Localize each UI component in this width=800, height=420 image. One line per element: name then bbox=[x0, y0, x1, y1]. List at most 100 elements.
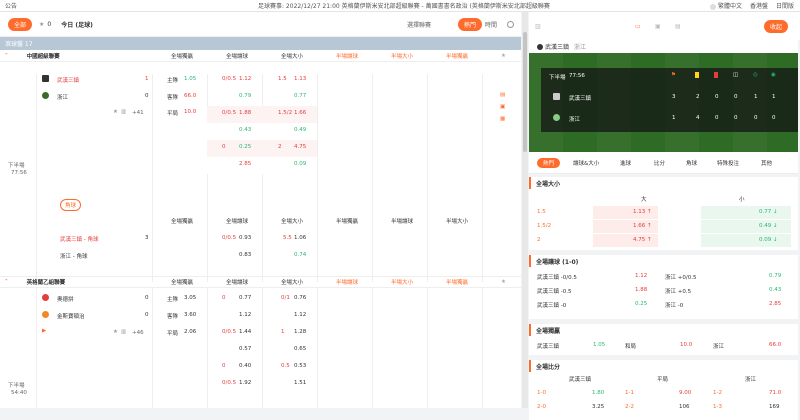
league-header-1[interactable]: ⌃ 中國超級聯賽 全場獨贏 全場讓球 全場大小 半場讓球 半場大小 半場獨贏 ★ bbox=[0, 50, 521, 62]
odds-value[interactable]: 0.49 bbox=[294, 127, 306, 133]
refresh-icon[interactable] bbox=[507, 20, 514, 28]
odds-value[interactable]: 0.77 bbox=[294, 93, 306, 99]
odds-value[interactable]: 10.0 bbox=[184, 109, 196, 115]
league-header-2[interactable]: ⌃ 英格蘭乙組聯賽 全場獨贏 全場讓球 全場大小 半場讓球 半場大小 半場獨贏 … bbox=[0, 276, 521, 288]
odds-value[interactable]: 1.44 bbox=[239, 329, 251, 335]
star-icon[interactable]: ★ bbox=[501, 279, 506, 285]
odds-value[interactable]: 0.77 bbox=[239, 295, 251, 301]
odds-value[interactable]: 71.0 bbox=[769, 390, 781, 396]
corner-tag[interactable]: 角球 bbox=[60, 199, 82, 211]
odds-value[interactable]: 1.13 ↑ bbox=[633, 209, 652, 215]
notice-label[interactable]: 公告 bbox=[5, 1, 17, 10]
odds-value[interactable]: 4.75 ↑ bbox=[633, 237, 652, 243]
odds-value[interactable]: 0.76 bbox=[294, 295, 306, 301]
odds-value[interactable]: 1.06 bbox=[294, 235, 306, 241]
odds-value[interactable]: 1.66 bbox=[294, 110, 306, 116]
odds-value[interactable]: 0.43 bbox=[769, 287, 781, 293]
odds-value[interactable]: 0.79 bbox=[239, 93, 251, 99]
match-clock: 77:56 bbox=[11, 170, 27, 176]
odds-value[interactable]: 0.83 bbox=[239, 252, 251, 258]
odds-value[interactable]: 2.06 bbox=[184, 329, 196, 335]
odds-value[interactable]: 1.12 bbox=[239, 312, 251, 318]
stats-icon[interactable]: ▤ bbox=[500, 92, 505, 98]
timezone-select[interactable]: 日間版 bbox=[776, 1, 794, 10]
odds-value[interactable]: 1.88 bbox=[635, 287, 647, 293]
more-bets-link[interactable]: +41 bbox=[132, 110, 144, 116]
odds-value[interactable]: 0.25 bbox=[635, 301, 647, 307]
tab-0[interactable]: 熱門 bbox=[537, 158, 561, 168]
tab-6[interactable]: 其他 bbox=[761, 159, 772, 167]
star-icon[interactable]: ★ bbox=[113, 329, 118, 335]
odds-value[interactable]: 2.85 bbox=[239, 161, 251, 167]
odds-value[interactable]: 0.77 ↓ bbox=[759, 209, 778, 215]
live-icon[interactable]: ▣ bbox=[500, 104, 505, 110]
odds-value[interactable]: 1.66 ↑ bbox=[633, 223, 652, 229]
odds-value[interactable]: 0.49 ↓ bbox=[759, 223, 778, 229]
all-button[interactable]: 全部 bbox=[8, 17, 33, 31]
odds-value[interactable]: 1.12 bbox=[294, 312, 306, 318]
odds-value[interactable]: 4.75 bbox=[294, 144, 306, 150]
odds-value[interactable]: 3.05 bbox=[184, 295, 196, 301]
odds-value[interactable]: 0.65 bbox=[294, 346, 306, 352]
odds-value[interactable]: 169 bbox=[769, 404, 780, 410]
odds-value[interactable]: 3.25 bbox=[592, 404, 604, 410]
field-icon[interactable]: ▭ bbox=[635, 23, 641, 30]
odds-value[interactable]: 106 bbox=[679, 404, 690, 410]
tab-1[interactable]: 讓球&大小 bbox=[573, 159, 599, 167]
odds-value[interactable]: 1.05 bbox=[184, 76, 196, 82]
chart-icon[interactable]: ▤ bbox=[675, 23, 681, 30]
odds-value[interactable]: 66.0 bbox=[769, 342, 781, 348]
odds-value[interactable]: 0.93 bbox=[239, 235, 251, 241]
collapse-icon[interactable]: ⌃ bbox=[4, 53, 9, 59]
stat-value: 0 bbox=[734, 94, 738, 100]
language-select[interactable]: 繁體中文 bbox=[709, 1, 742, 10]
league-select[interactable]: 選擇聯賽 bbox=[407, 20, 431, 29]
collapse-button[interactable]: 收起 bbox=[763, 19, 788, 33]
odds-value[interactable]: 1.51 bbox=[294, 380, 306, 386]
odds-value[interactable]: 2.85 bbox=[769, 301, 781, 307]
live-section-bar[interactable]: 滾球盤 17 bbox=[0, 37, 521, 50]
tab-2[interactable]: 進球 bbox=[620, 159, 631, 167]
tab-5[interactable]: 特殊投注 bbox=[717, 159, 739, 167]
live-icon[interactable]: ▶ bbox=[42, 328, 46, 334]
odds-value[interactable]: 1.80 bbox=[592, 390, 604, 396]
more-bets-link[interactable]: +46 bbox=[132, 330, 144, 336]
video-icon[interactable]: ▣ bbox=[655, 23, 661, 30]
odds-value[interactable]: 1.13 bbox=[294, 76, 306, 82]
odds-value[interactable]: 0.25 bbox=[239, 144, 251, 150]
stats-icon[interactable]: ▥ bbox=[121, 329, 126, 335]
odds-value[interactable]: 66.0 bbox=[184, 93, 196, 99]
star-icon[interactable]: ★ bbox=[113, 109, 118, 115]
odds-value[interactable]: 1.12 bbox=[635, 273, 647, 279]
odds-value[interactable]: 9.00 bbox=[679, 390, 691, 396]
odds-value[interactable]: 0.09 ↓ bbox=[759, 237, 778, 243]
odds-value[interactable]: 0.09 bbox=[294, 161, 306, 167]
region-select[interactable]: 香港盤 bbox=[750, 1, 768, 10]
odds-value[interactable]: 0.43 bbox=[239, 127, 251, 133]
stats-icon[interactable]: ▥ bbox=[535, 23, 541, 30]
stats-icon[interactable]: ▥ bbox=[121, 109, 126, 115]
hot-button[interactable]: 熱門 bbox=[458, 17, 483, 31]
tab-4[interactable]: 角球 bbox=[686, 159, 697, 167]
odds-value[interactable]: 0.53 bbox=[294, 363, 306, 369]
collapse-icon[interactable]: ⌃ bbox=[4, 279, 9, 285]
odds-value[interactable]: 0.79 bbox=[769, 273, 781, 279]
odds-value[interactable]: 0.40 bbox=[239, 363, 251, 369]
scrollbar[interactable] bbox=[522, 12, 528, 408]
time-button[interactable]: 時間 bbox=[485, 20, 497, 29]
star-icon[interactable]: ★ bbox=[39, 21, 44, 28]
odds-value[interactable]: 1.12 bbox=[239, 76, 251, 82]
odds-value[interactable]: 1.05 bbox=[593, 342, 605, 348]
star-icon[interactable]: ★ bbox=[501, 53, 506, 59]
odds-value[interactable]: 0.57 bbox=[239, 346, 251, 352]
scroll-thumb[interactable] bbox=[523, 32, 527, 152]
odds-value[interactable]: 3.60 bbox=[184, 312, 196, 318]
odds-line: 1.5/2 bbox=[537, 223, 552, 229]
odds-value[interactable]: 0.74 bbox=[294, 252, 306, 258]
odds-value[interactable]: 1.28 bbox=[294, 329, 306, 335]
odds-value[interactable]: 1.88 bbox=[239, 110, 251, 116]
odds-value[interactable]: 1.92 bbox=[239, 380, 251, 386]
odds-value[interactable]: 10.0 bbox=[680, 342, 692, 348]
video-icon[interactable]: ▦ bbox=[500, 116, 505, 122]
tab-3[interactable]: 比分 bbox=[654, 159, 665, 167]
